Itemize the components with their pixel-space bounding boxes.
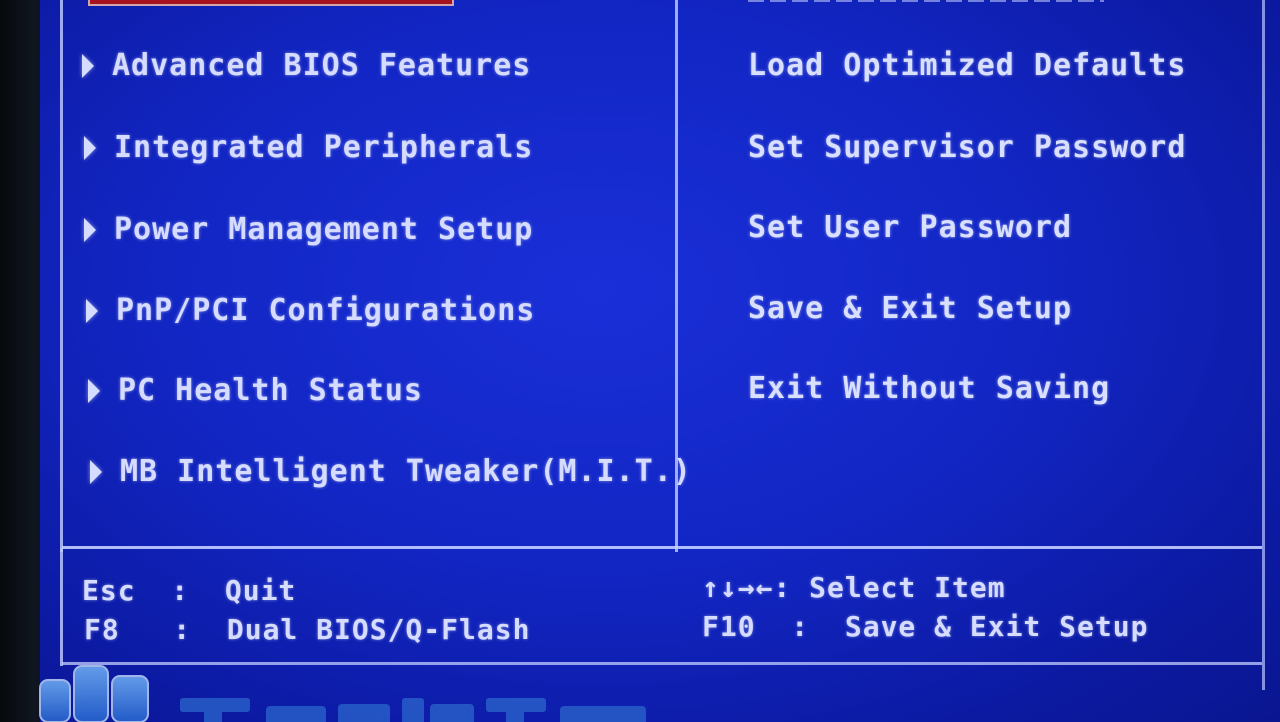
help-f10-save-exit: F10 : Save & Exit Setup: [702, 610, 1149, 643]
cropped-right-menu-item[interactable]: [748, 0, 1104, 2]
submenu-arrow-icon: [84, 135, 96, 160]
submenu-arrow-icon: [88, 378, 100, 403]
menu-item-label: PnP/PCI Configurations: [116, 293, 536, 328]
menu-item-label: PC Health Status: [118, 373, 423, 408]
submenu-arrow-icon: [90, 459, 102, 484]
menu-item-pnp-pci-configurations[interactable]: PnP/PCI Configurations: [86, 293, 535, 328]
menu-item-advanced-bios-features[interactable]: Advanced BIOS Features: [82, 48, 531, 83]
frame-left-border: [60, 0, 63, 552]
menu-item-integrated-peripherals[interactable]: Integrated Peripherals: [84, 130, 533, 165]
menu-item-mb-intelligent-tweaker[interactable]: MB Intelligent Tweaker(M.I.T.): [90, 454, 692, 489]
frame-right-border: [1262, 0, 1265, 690]
highlighted-menu-item[interactable]: [88, 0, 454, 6]
menu-item-exit-without-saving[interactable]: Exit Without Saving: [748, 371, 1110, 406]
help-f8-dual-bios: F8 : Dual BIOS/Q-Flash: [84, 613, 531, 646]
menu-item-label: Integrated Peripherals: [114, 130, 534, 165]
menu-item-label: Advanced BIOS Features: [112, 48, 532, 83]
submenu-arrow-icon: [86, 298, 98, 323]
help-esc-quit: Esc : Quit: [82, 574, 297, 607]
help-select-item: ↑↓→←: Select Item: [702, 571, 1006, 604]
frame-menu-separator: [62, 546, 1262, 549]
menu-item-load-optimized-defaults[interactable]: Load Optimized Defaults: [748, 48, 1186, 83]
menu-item-set-supervisor-password[interactable]: Set Supervisor Password: [748, 130, 1186, 165]
submenu-arrow-icon: [84, 217, 96, 242]
menu-item-label: MB Intelligent Tweaker(M.I.T.): [120, 454, 692, 489]
menu-item-pc-health-status[interactable]: PC Health Status: [88, 373, 423, 408]
menu-item-set-user-password[interactable]: Set User Password: [748, 210, 1072, 245]
tweaktown-logo-icon: [39, 665, 646, 722]
menu-item-label: Power Management Setup: [114, 212, 534, 247]
frame-footer-left-border: [60, 548, 63, 666]
menu-item-save-and-exit-setup[interactable]: Save & Exit Setup: [748, 291, 1072, 326]
submenu-arrow-icon: [82, 53, 94, 78]
menu-item-power-management-setup[interactable]: Power Management Setup: [84, 212, 533, 247]
